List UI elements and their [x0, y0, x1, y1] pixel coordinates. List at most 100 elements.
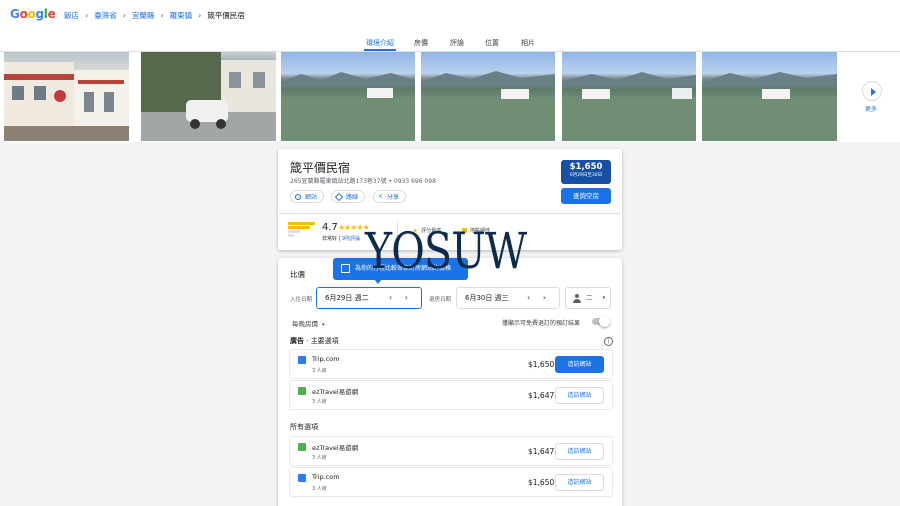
rating-bar — [288, 226, 310, 229]
visit-site-button[interactable]: 造訪網站 — [555, 474, 604, 491]
hotel-name: 箴平價民宿 — [290, 161, 351, 175]
top-bar: Google 飯店 › 臺灣省 › 宜蘭縣 › 羅東鎮 › 箴平價民宿 — [0, 0, 900, 32]
trip-logo-icon — [298, 356, 306, 364]
checkout-date-value: 6月30日 週三 — [465, 294, 509, 302]
tab-prices[interactable]: 房價 — [414, 38, 428, 48]
offer-provider: Trip.com — [312, 473, 340, 481]
directions-chip[interactable]: 路線 — [331, 190, 366, 203]
website-chip-label: 網站 — [305, 194, 318, 201]
info-icon[interactable]: i — [604, 337, 613, 346]
field-illustration — [562, 72, 696, 141]
breadcrumb-separator: › — [85, 11, 89, 20]
hotel-photo[interactable] — [141, 52, 276, 141]
offer-price: $1,650 — [528, 360, 555, 369]
rating-summary: 非常好 | 9則評論 — [322, 236, 361, 242]
street-illustration — [141, 52, 276, 141]
rating-bar — [288, 234, 294, 237]
review-count-link[interactable]: 9則評論 — [342, 236, 360, 242]
free-cancellation-label: 僅顯示可免費退訂的預訂結果 — [502, 320, 581, 327]
offer-room: 3 人房 — [312, 368, 327, 374]
chevron-down-icon: ▾ — [322, 322, 325, 328]
tab-overview[interactable]: 環境介紹 — [366, 38, 394, 48]
guest-count-select[interactable]: 二 ▾ — [565, 287, 611, 309]
tab-location[interactable]: 位置 — [485, 38, 499, 48]
more-photos-button[interactable] — [862, 81, 882, 101]
logo-letter: o — [19, 7, 28, 21]
tab-reviews[interactable]: 評論 — [450, 38, 464, 48]
tab-photos[interactable]: 相片 — [521, 38, 535, 48]
sponsored-header: 廣告 · 主要選項 — [290, 337, 339, 345]
rating-bar — [288, 230, 300, 233]
check-availability-button[interactable]: 查詢空房 — [561, 188, 611, 204]
eztravel-logo-icon — [298, 387, 306, 395]
price-comparison-title: 比價 — [290, 270, 305, 279]
offer-row: ezTravel易遊網 3 人房 $1,647 造訪網站 — [289, 436, 613, 466]
field-illustration — [702, 72, 837, 141]
logo-letter: G — [10, 7, 20, 21]
breadcrumb: 飯店 › 臺灣省 › 宜蘭縣 › 羅東鎮 › 箴平價民宿 — [64, 10, 245, 21]
checkout-date-field[interactable]: 6月30日 週三 ‹ › — [456, 287, 560, 309]
free-cancellation-toggle[interactable] — [592, 316, 610, 327]
offer-price: $1,647 — [528, 447, 555, 456]
checkin-date-arrows[interactable]: ‹ › — [389, 288, 413, 308]
logo-letter: g — [35, 7, 44, 21]
rating-value: 4.7 — [322, 222, 338, 233]
visit-site-button[interactable]: 造訪網站 — [555, 387, 604, 404]
checkout-label: 退房日期 — [429, 297, 452, 303]
hotel-photo[interactable] — [281, 52, 415, 141]
offer-price: $1,650 — [528, 478, 555, 487]
price-value: $1,650 — [569, 162, 603, 172]
sort-dropdown-label: 每晚房價 — [292, 320, 318, 328]
visit-site-button[interactable]: 造訪網站 — [555, 356, 604, 373]
hotel-photo[interactable] — [421, 52, 555, 141]
offer-provider: ezTravel易遊網 — [312, 388, 359, 396]
breadcrumb-county[interactable]: 宜蘭縣 — [132, 10, 155, 21]
field-illustration — [421, 71, 555, 141]
checkin-date-value: 6月29日 週二 — [325, 294, 369, 302]
breadcrumb-separator: › — [122, 11, 126, 20]
offer-room: 3 人房 — [312, 455, 327, 461]
breadcrumb-province[interactable]: 臺灣省 — [94, 10, 117, 21]
photo-strip — [0, 52, 900, 142]
share-chip[interactable]: < 分享 — [373, 190, 407, 203]
chevron-down-icon: ▾ — [602, 295, 605, 301]
hotel-photo[interactable] — [702, 52, 837, 141]
field-illustration — [281, 72, 415, 141]
hotel-photo[interactable] — [562, 52, 696, 141]
breadcrumb-current: 箴平價民宿 — [207, 11, 245, 20]
visit-site-button[interactable]: 造訪網站 — [555, 443, 604, 460]
breadcrumb-hotels[interactable]: 飯店 — [64, 10, 79, 21]
sort-dropdown[interactable]: 每晚房價 ▾ — [292, 318, 325, 328]
eztravel-logo-icon — [298, 443, 306, 451]
hotel-photo[interactable] — [4, 52, 129, 141]
share-icon: < — [378, 193, 384, 200]
breadcrumb-separator: › — [160, 11, 164, 20]
share-chip-label: 分享 — [387, 194, 400, 201]
calendar-icon — [341, 264, 350, 273]
breadcrumb-town[interactable]: 羅東鎮 — [170, 10, 193, 21]
directions-icon — [334, 192, 344, 201]
offer-price: $1,647 — [528, 391, 555, 400]
logo-letter: o — [27, 7, 36, 21]
checkin-date-field[interactable]: 6月29日 週二 ‹ › — [316, 287, 422, 309]
globe-icon — [295, 193, 301, 200]
price-summary[interactable]: $1,650 6月29日至30日 — [561, 160, 611, 184]
checkin-label: 入住日期 — [290, 297, 313, 303]
page-root: Google 飯店 › 臺灣省 › 宜蘭縣 › 羅東鎮 › 箴平價民宿 環境介紹… — [0, 0, 900, 506]
sponsored-prefix: 廣告 — [290, 337, 304, 345]
website-chip[interactable]: 網站 — [290, 190, 325, 203]
offer-room: 3 人房 — [312, 399, 327, 405]
rating-label: 非常好 — [322, 236, 338, 242]
checkout-date-arrows[interactable]: ‹ › — [527, 288, 551, 308]
watermark-text: YOSUW — [365, 222, 527, 280]
guest-count-value: 二 — [586, 294, 593, 302]
google-logo[interactable]: Google — [10, 7, 56, 21]
more-photos-label[interactable]: 更多 — [865, 104, 877, 113]
building-illustration — [4, 62, 129, 141]
section-tabs: 環境介紹 房價 評論 位置 相片 — [0, 32, 900, 52]
price-dates: 6月29日至30日 — [569, 173, 603, 178]
sponsored-title: 主要選項 — [310, 337, 339, 345]
offer-provider: ezTravel易遊網 — [312, 444, 359, 452]
offer-provider: Trip.com — [312, 355, 340, 363]
offer-row: Trip.com 3 人房 $1,650 造訪網站 — [289, 349, 613, 379]
